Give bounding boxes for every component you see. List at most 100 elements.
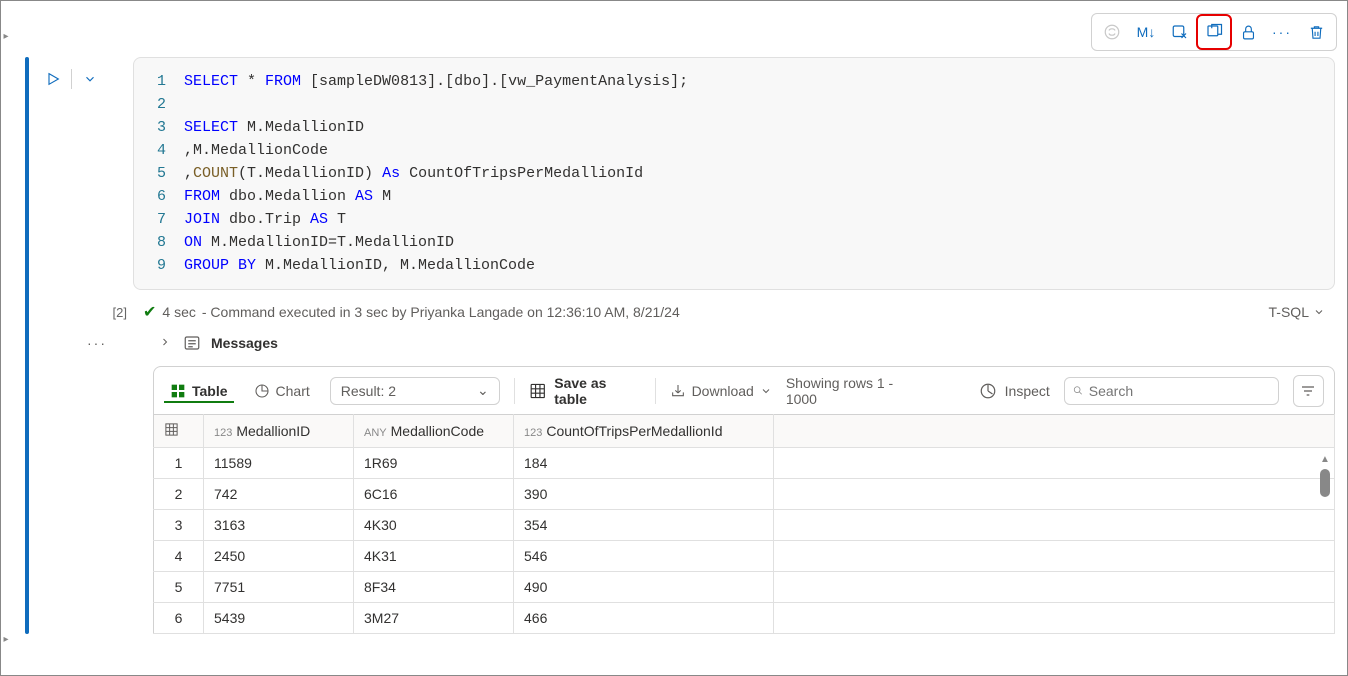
divider xyxy=(655,378,656,404)
code-text[interactable]: ON M.MedallionID=T.MedallionID xyxy=(184,231,454,254)
row-index: 6 xyxy=(154,603,204,634)
cell-output-menu[interactable]: ··· xyxy=(87,335,107,351)
chevron-down-icon xyxy=(760,385,772,397)
save-as-table-button[interactable]: Save as table xyxy=(529,375,641,407)
success-check-icon: ✔ xyxy=(143,302,156,322)
lock-icon[interactable] xyxy=(1232,16,1264,48)
code-text[interactable]: GROUP BY M.MedallionID, M.MedallionCode xyxy=(184,254,535,277)
tab-table[interactable]: Table xyxy=(164,379,234,403)
cell-value: 8F34 xyxy=(354,572,514,603)
download-button[interactable]: Download xyxy=(670,383,772,399)
column-type-tag: 123 xyxy=(214,427,232,439)
inspect-button[interactable]: Inspect xyxy=(979,382,1050,400)
tab-table-label: Table xyxy=(192,383,228,399)
code-text[interactable]: ,M.MedallionCode xyxy=(184,139,328,162)
split-view-icon[interactable] xyxy=(1198,16,1230,48)
tab-chart-label: Chart xyxy=(276,383,310,399)
table-row[interactable]: 1115891R69184 xyxy=(154,448,1335,479)
language-label: T-SQL xyxy=(1269,304,1309,320)
cell-value: 2450 xyxy=(204,541,354,572)
row-index: 4 xyxy=(154,541,204,572)
column-header[interactable]: 123 MedallionID xyxy=(204,415,354,448)
cell-value: 7751 xyxy=(204,572,354,603)
scroll-thumb[interactable] xyxy=(1320,469,1330,497)
line-number: 7 xyxy=(134,208,184,231)
line-number: 3 xyxy=(134,116,184,139)
results-table: 123 MedallionID ANYMedallionCode 123 CountOf… xyxy=(153,414,1335,634)
download-label: Download xyxy=(692,383,754,399)
inspect-label: Inspect xyxy=(1005,383,1050,399)
delete-icon[interactable] xyxy=(1300,16,1332,48)
run-menu-chevron[interactable] xyxy=(80,69,100,89)
cell-value: 1R69 xyxy=(354,448,514,479)
column-type-tag: 123 xyxy=(524,427,542,439)
download-icon xyxy=(670,383,686,399)
table-row[interactable]: 424504K31546 xyxy=(154,541,1335,572)
line-number: 5 xyxy=(134,162,184,185)
vertical-scrollbar[interactable]: ▲ xyxy=(1317,454,1333,634)
line-number: 4 xyxy=(134,139,184,162)
table-row[interactable]: 654393M27466 xyxy=(154,603,1335,634)
status-duration: 4 sec xyxy=(162,304,195,320)
code-text[interactable]: SELECT * FROM [sampleDW0813].[dbo].[vw_P… xyxy=(184,70,688,93)
search-input[interactable] xyxy=(1089,383,1270,399)
cell-value: 490 xyxy=(514,572,774,603)
chart-icon xyxy=(254,383,270,399)
results-toolbar: Table Chart Result: 2 Save as table xyxy=(153,366,1335,414)
left-gutter: ▸ ▸ xyxy=(1,1,11,675)
code-text[interactable]: ,COUNT(T.MedallionID) As CountOfTripsPer… xyxy=(184,162,643,185)
markdown-toggle[interactable]: M↓ xyxy=(1130,16,1162,48)
result-selector[interactable]: Result: 2 xyxy=(330,377,500,405)
code-line: 5,COUNT(T.MedallionID) As CountOfTripsPe… xyxy=(134,162,1334,185)
language-selector[interactable]: T-SQL xyxy=(1269,304,1325,320)
code-text[interactable]: FROM dbo.Medallion AS M xyxy=(184,185,391,208)
code-line: 2 xyxy=(134,93,1334,116)
table-icon xyxy=(170,383,186,399)
cell-value: 466 xyxy=(514,603,774,634)
messages-icon xyxy=(183,334,201,352)
clear-output-icon[interactable] xyxy=(1164,16,1196,48)
messages-expand-chevron[interactable] xyxy=(159,335,173,351)
execution-status: ✔ 4 sec - Command executed in 3 sec by P… xyxy=(143,302,680,322)
cell-value: 3M27 xyxy=(354,603,514,634)
code-text[interactable]: JOIN dbo.Trip AS T xyxy=(184,208,346,231)
table-row[interactable]: 331634K30354 xyxy=(154,510,1335,541)
collapse-bottom-caret[interactable]: ▸ xyxy=(3,634,8,645)
divider xyxy=(71,69,72,89)
line-number: 1 xyxy=(134,70,184,93)
divider xyxy=(514,378,515,404)
row-index: 1 xyxy=(154,448,204,479)
cell-value: 184 xyxy=(514,448,774,479)
more-menu-icon[interactable]: ··· xyxy=(1266,16,1298,48)
collapse-top-caret[interactable]: ▸ xyxy=(3,31,8,42)
row-index: 3 xyxy=(154,510,204,541)
code-line: 8ON M.MedallionID=T.MedallionID xyxy=(134,231,1334,254)
column-header[interactable]: ANYMedallionCode xyxy=(354,415,514,448)
scroll-up-arrow[interactable]: ▲ xyxy=(1320,454,1330,465)
code-editor[interactable]: 1SELECT * FROM [sampleDW0813].[dbo].[vw_… xyxy=(133,57,1335,290)
search-box[interactable] xyxy=(1064,377,1279,405)
row-index: 2 xyxy=(154,479,204,510)
copilot-icon[interactable] xyxy=(1096,16,1128,48)
cell-value: 354 xyxy=(514,510,774,541)
column-name: MedallionID xyxy=(236,423,310,439)
run-cell-button[interactable] xyxy=(43,69,63,89)
grid-icon xyxy=(164,422,179,437)
table-row[interactable]: 577518F34490 xyxy=(154,572,1335,603)
filter-button[interactable] xyxy=(1293,375,1324,407)
column-name: MedallionCode xyxy=(391,423,484,439)
column-header[interactable]: 123 CountOfTripsPerMedallionId xyxy=(514,415,774,448)
cell-value: 5439 xyxy=(204,603,354,634)
rows-showing-info: Showing rows 1 - 1000 xyxy=(786,375,925,407)
tab-chart[interactable]: Chart xyxy=(248,379,316,403)
cell-toolbar: M↓ ··· xyxy=(11,1,1347,57)
row-number-header[interactable] xyxy=(154,415,204,448)
row-index: 5 xyxy=(154,572,204,603)
table-row[interactable]: 27426C16390 xyxy=(154,479,1335,510)
messages-label: Messages xyxy=(211,335,278,351)
code-text[interactable]: SELECT M.MedallionID xyxy=(184,116,364,139)
cell-value: 3163 xyxy=(204,510,354,541)
column-name: CountOfTripsPerMedallionId xyxy=(546,423,722,439)
chevron-down-icon xyxy=(1313,306,1325,318)
search-icon xyxy=(1073,383,1083,398)
